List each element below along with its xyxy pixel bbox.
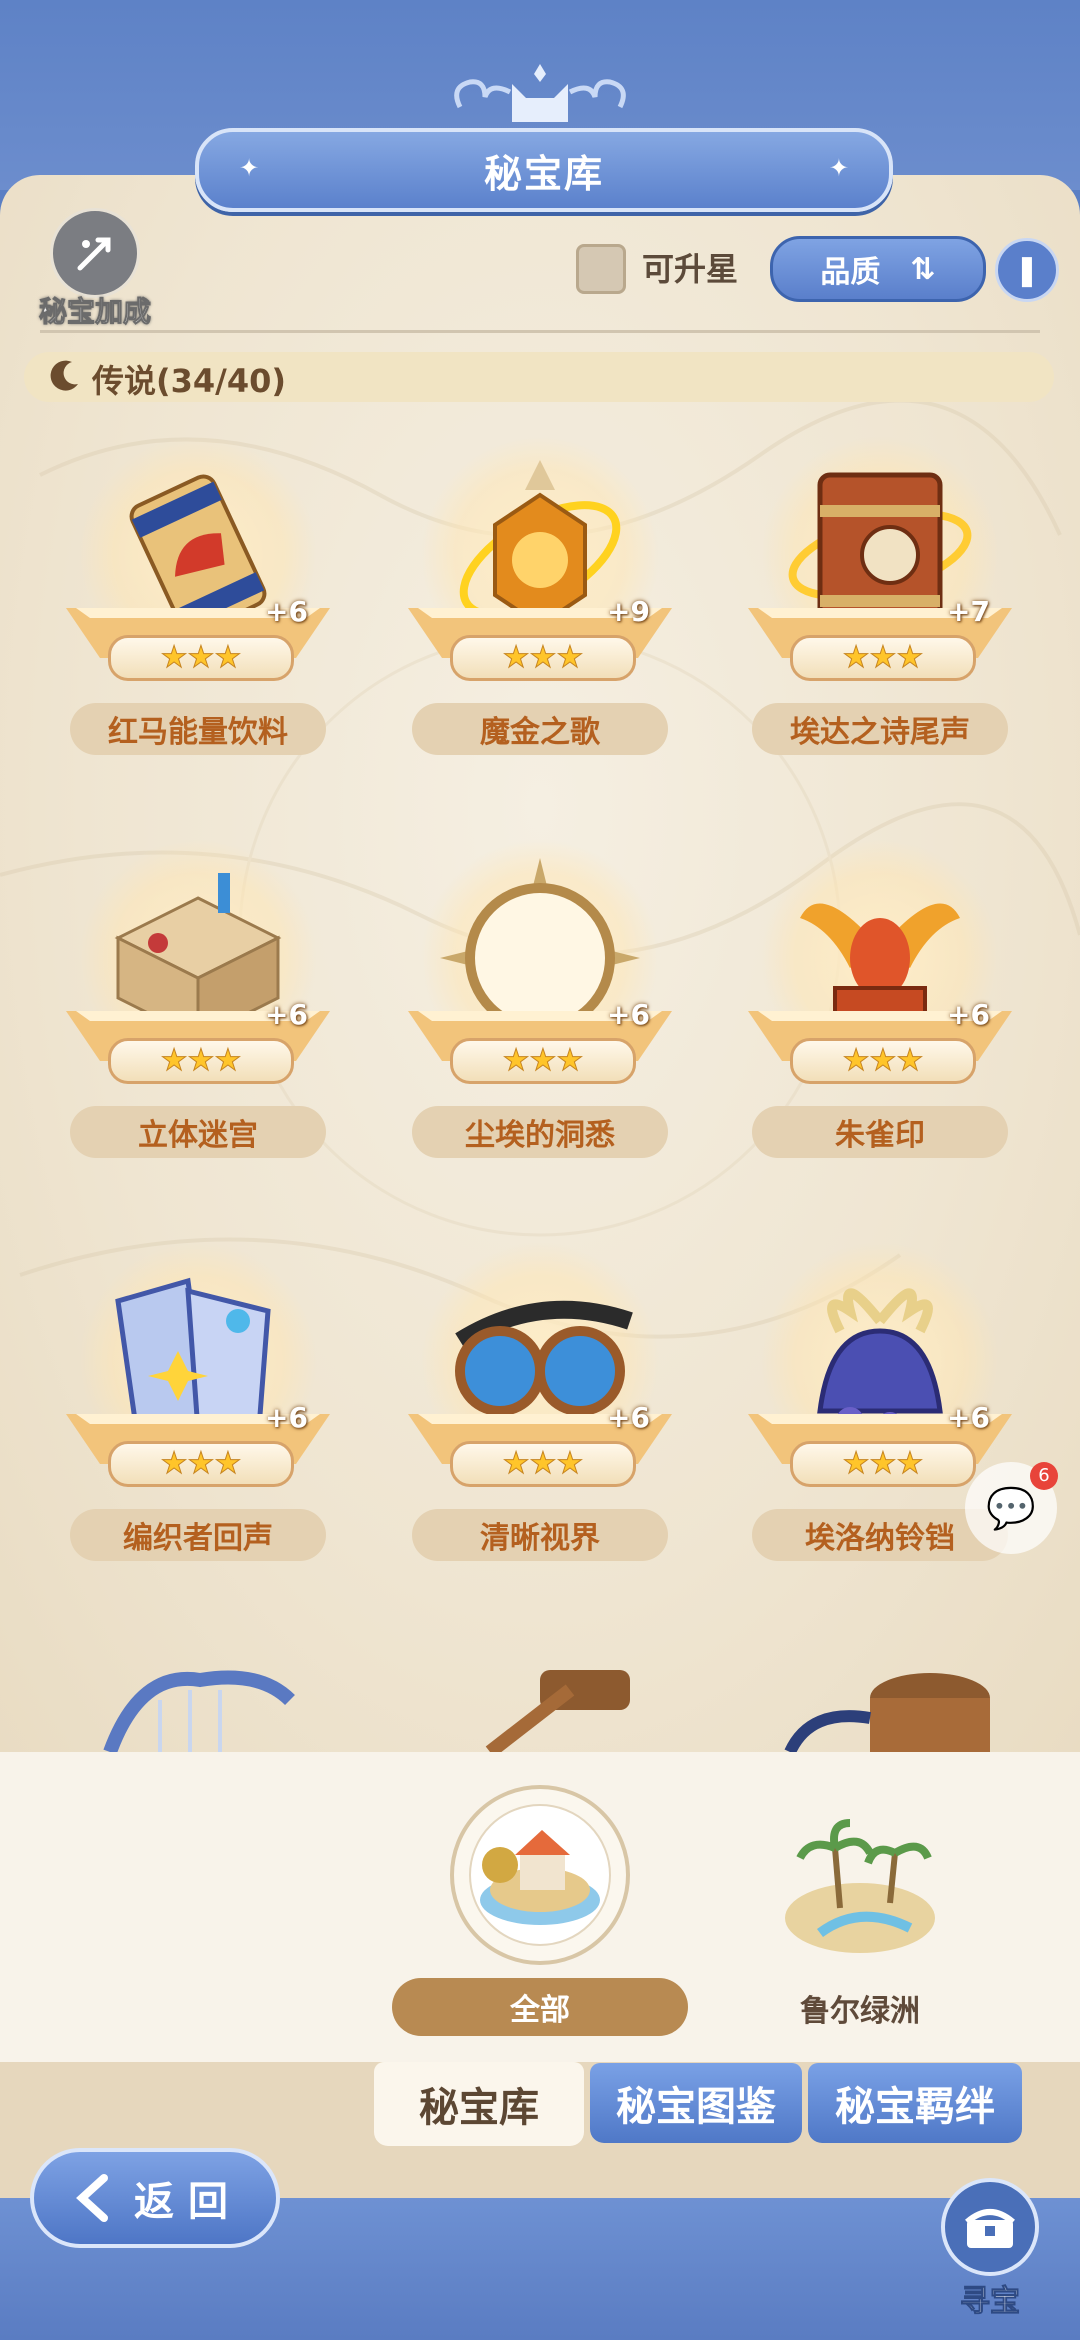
divider <box>40 330 1040 333</box>
item-name-plate: 尘埃的洞悉 <box>412 1106 668 1158</box>
tab-codex[interactable]: 秘宝图鉴 <box>590 2063 802 2143</box>
enhance-level: +6 <box>607 998 650 1031</box>
page-title: 秘宝库 <box>483 151 604 196</box>
treasure-card[interactable]: ★★★ +6 清晰视界 <box>390 1241 690 1571</box>
treasure-hunt-button[interactable]: 寻宝 <box>940 2178 1040 2320</box>
sparkle-icon: ✦ <box>828 154 849 182</box>
star-rating: ★★★ <box>450 1441 636 1487</box>
region-all-tab[interactable]: 全部 <box>392 1978 688 2036</box>
treasure-label: 寻宝 <box>960 2284 1021 2320</box>
enhance-level: +6 <box>265 595 308 628</box>
star-rating: ★★★ <box>790 1441 976 1487</box>
enhance-level: +6 <box>947 998 990 1031</box>
enhance-level: +7 <box>947 595 990 628</box>
category-label: 传说(34/40) <box>92 362 287 400</box>
tab-vault[interactable]: 秘宝库 <box>374 2062 584 2146</box>
back-button[interactable]: 返回 <box>30 2148 280 2248</box>
star-rating: ★★★ <box>108 1038 294 1084</box>
enhance-level: +9 <box>607 595 650 628</box>
harp-icon <box>103 1670 295 1752</box>
star-rating: ★★★ <box>790 1038 976 1084</box>
title-banner: ✦ 秘宝库 ✦ <box>195 128 893 212</box>
treasure-card[interactable]: ★★★ +6 编织者回声 <box>48 1241 348 1571</box>
star-rating: ★★★ <box>450 1038 636 1084</box>
bonus-icon <box>50 208 140 298</box>
item-name-plate: 朱雀印 <box>752 1106 1008 1158</box>
item-name-plate: 清晰视界 <box>412 1509 668 1561</box>
item-name-plate: 魔金之歌 <box>412 703 668 755</box>
oasis-island-icon[interactable] <box>780 1808 940 1958</box>
enhance-level: +6 <box>265 998 308 1031</box>
jug-icon <box>784 1673 990 1752</box>
treasure-card[interactable]: ★★★ +6 尘埃的洞悉 <box>390 838 690 1168</box>
lute-icon <box>485 1670 630 1752</box>
sort-arrows-icon: ⇅ <box>910 251 936 287</box>
treasure-card[interactable]: ★★★ +6 朱雀印 <box>730 838 1030 1168</box>
star-rating: ★★★ <box>450 635 636 681</box>
vault-bonus-button[interactable]: 秘宝加成 <box>25 208 165 329</box>
upgradable-label: 可升星 <box>642 250 739 288</box>
treasure-card[interactable]: ★★★ +9 魔金之歌 <box>390 435 690 765</box>
star-rating: ★★★ <box>108 635 294 681</box>
sparkle-icon: ✦ <box>239 154 260 182</box>
item-name-plate: 编织者回声 <box>70 1509 326 1561</box>
star-rating: ★★★ <box>108 1441 294 1487</box>
tab-bond[interactable]: 秘宝羁绊 <box>808 2063 1022 2143</box>
item-name-plate: 埃达之诗尾声 <box>752 703 1008 755</box>
region-all-icon[interactable] <box>445 1780 635 1970</box>
sort-label: 品质 <box>820 255 881 290</box>
region-all-label: 全部 <box>510 1993 570 2028</box>
star-rating: ★★★ <box>790 635 976 681</box>
upgradable-checkbox[interactable] <box>576 244 626 294</box>
treasure-card[interactable]: ★★★ +6 红马能量饮料 <box>48 435 348 765</box>
back-label: 返回 <box>134 2179 242 2225</box>
region-oasis-label[interactable]: 鲁尔绿洲 <box>735 1986 985 2030</box>
enhance-level: +6 <box>947 1401 990 1434</box>
info-book-button[interactable]: ❚ <box>995 238 1059 302</box>
treasure-chest-icon <box>941 2178 1039 2276</box>
notification-badge: 6 <box>1030 1462 1058 1490</box>
treasure-card[interactable]: ★★★ +6 立体迷宫 <box>48 838 348 1168</box>
enhance-level: +6 <box>265 1401 308 1434</box>
back-arrow-icon <box>76 2174 108 2222</box>
legend-moon-icon <box>50 360 78 391</box>
treasure-card[interactable]: ★★★ +7 埃达之诗尾声 <box>730 435 1030 765</box>
book-icon: ❚ <box>1014 252 1040 288</box>
item-name-plate: 红马能量饮料 <box>70 703 326 755</box>
quality-sort-button[interactable]: 品质 ⇅ <box>770 236 986 302</box>
item-name-plate: 立体迷宫 <box>70 1106 326 1158</box>
cat-crest-icon <box>454 64 626 122</box>
chat-bubble-icon: 💬 <box>986 1485 1036 1532</box>
bonus-label: 秘宝加成 <box>38 295 151 329</box>
enhance-level: +6 <box>607 1401 650 1434</box>
